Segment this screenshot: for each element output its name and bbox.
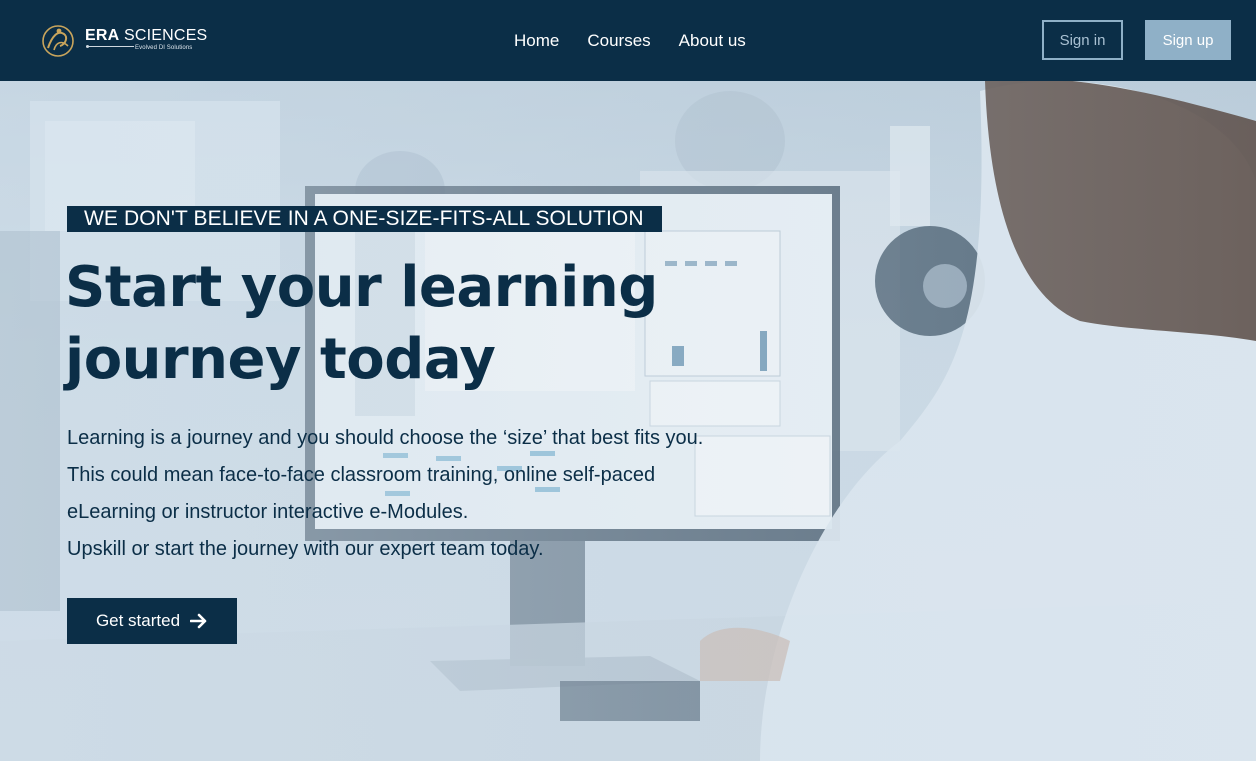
hero-description: Learning is a journey and you should cho… (67, 420, 827, 568)
brand-name: ERA SCIENCES (85, 27, 208, 44)
sign-up-button[interactable]: Sign up (1145, 20, 1231, 60)
hero-description-line: Learning is a journey and you should cho… (67, 427, 704, 449)
hero-headline-line-2: journey today (65, 327, 496, 392)
nav-link-courses[interactable]: Courses (587, 31, 650, 51)
brand-tagline: Evolved DI Solutions (135, 45, 193, 51)
hero-headline-line-1: Start your learning (65, 255, 658, 320)
era-sciences-logo-icon (42, 25, 74, 57)
main-nav: Home Courses About us (514, 0, 746, 81)
hero-description-line: Upskill or start the journey with our ex… (67, 538, 544, 560)
hero-description-line: eLearning or instructor interactive e-Mo… (67, 501, 469, 523)
hero-description-line: This could mean face-to-face classroom t… (67, 464, 656, 486)
brand-logo[interactable]: ERA SCIENCES Evolved DI Solutions (40, 22, 210, 58)
get-started-label: Get started (95, 611, 181, 630)
get-started-button[interactable]: Get started (67, 598, 237, 644)
arrow-right-icon (190, 613, 207, 629)
sign-in-button[interactable]: Sign in (1042, 20, 1123, 60)
nav-link-home[interactable]: Home (514, 31, 559, 51)
nav-link-about-us[interactable]: About us (679, 31, 746, 51)
hero-eyebrow-banner: WE DON'T BELIEVE IN A ONE-SIZE-FITS-ALL … (67, 206, 662, 232)
top-navbar: ERA SCIENCES Evolved DI Solutions Home C… (0, 0, 1256, 81)
hero-headline: Start your learning journey today (65, 252, 705, 396)
brand-divider-line (86, 46, 134, 47)
